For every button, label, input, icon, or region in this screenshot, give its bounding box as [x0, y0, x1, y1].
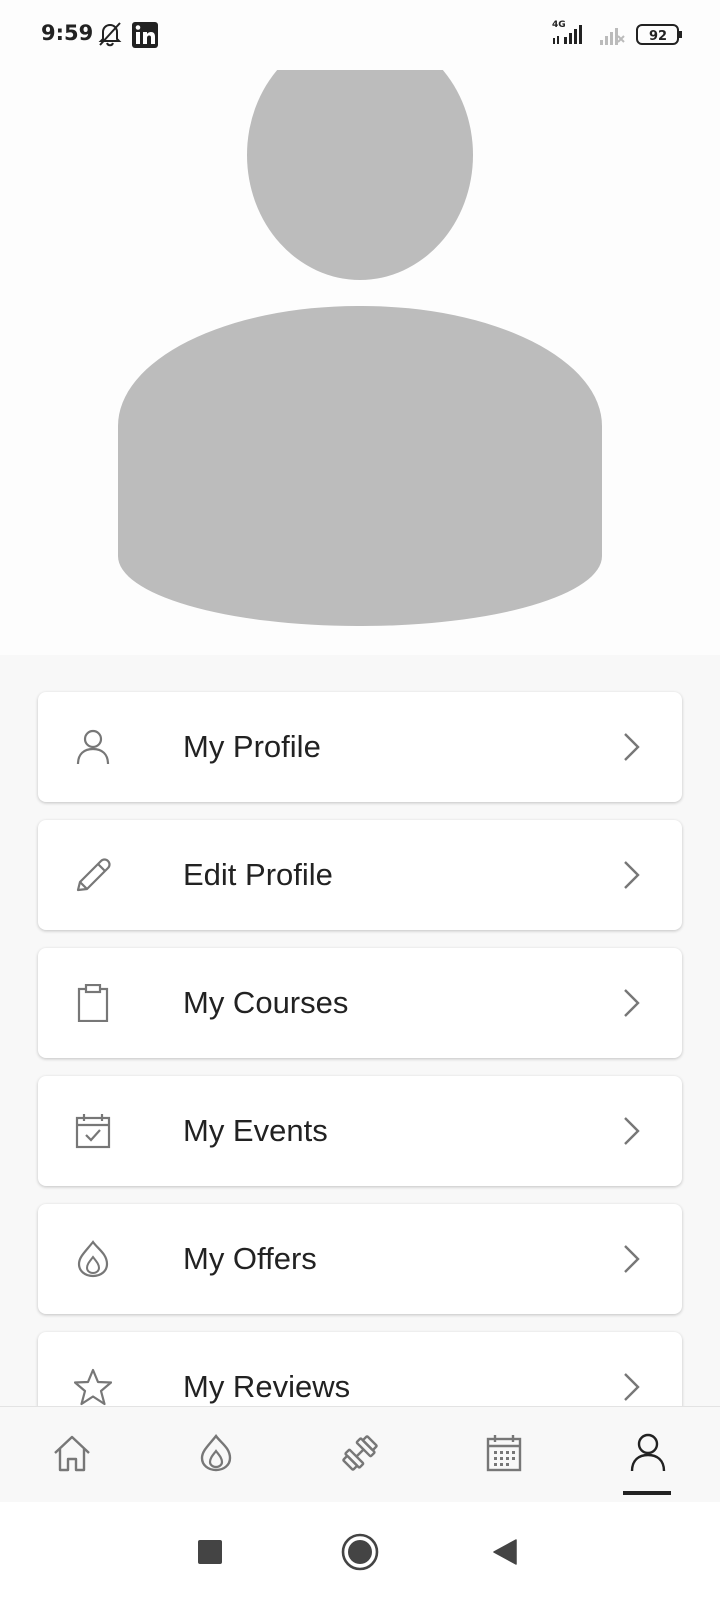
avatar-body — [118, 306, 602, 626]
chevron-right-icon — [622, 1371, 642, 1403]
nav-offers[interactable] — [165, 1407, 265, 1503]
menu-item-my-courses[interactable]: My Courses — [38, 948, 682, 1058]
menu-item-my-profile[interactable]: My Profile — [38, 692, 682, 802]
menu-item-my-events[interactable]: My Events — [38, 1076, 682, 1186]
nav-home[interactable] — [21, 1407, 121, 1503]
bottom-navigation — [0, 1406, 720, 1503]
nav-profile[interactable] — [597, 1407, 697, 1503]
person-icon — [74, 728, 112, 766]
flame-icon — [74, 1240, 112, 1278]
nav-workouts[interactable] — [309, 1407, 409, 1503]
chevron-right-icon — [622, 1115, 642, 1147]
nav-calendar[interactable] — [453, 1407, 553, 1503]
back-triangle-icon[interactable] — [492, 1538, 518, 1571]
flame-icon — [200, 1434, 232, 1472]
linkedin-icon — [132, 22, 158, 53]
clipboard-icon — [74, 983, 112, 1023]
menu-item-my-offers[interactable]: My Offers — [38, 1204, 682, 1314]
status-bar: 9:59 4G 92 — [0, 0, 720, 70]
system-navigation-bar — [0, 1502, 720, 1600]
active-tab-indicator — [623, 1491, 671, 1495]
menu-item-label: My Profile — [183, 729, 321, 764]
chevron-right-icon — [622, 987, 642, 1019]
battery-icon: 92 — [636, 24, 684, 51]
chevron-right-icon — [622, 859, 642, 891]
bell-off-icon — [97, 20, 123, 53]
menu-item-label: My Offers — [183, 1241, 317, 1276]
status-time: 9:59 — [41, 21, 94, 45]
profile-header — [0, 0, 720, 655]
menu-item-edit-profile[interactable]: Edit Profile — [38, 820, 682, 930]
network-type-label: 4G — [552, 20, 566, 30]
calendar-check-icon — [74, 1112, 112, 1150]
pencil-icon — [74, 856, 112, 894]
menu-item-label: My Courses — [183, 985, 349, 1020]
profile-menu-list: My Profile Edit Profile My Courses My Ev… — [38, 692, 682, 1460]
signal-icon: 4G — [550, 18, 592, 51]
menu-item-label: Edit Profile — [183, 857, 333, 892]
recents-square-icon[interactable] — [197, 1539, 223, 1570]
person-icon — [630, 1433, 666, 1472]
home-circle-icon[interactable] — [341, 1533, 379, 1576]
chevron-right-icon — [622, 731, 642, 763]
signal-no-sim-icon — [598, 22, 626, 51]
dumbbell-icon — [342, 1435, 378, 1471]
calendar-icon — [486, 1435, 522, 1472]
home-icon — [54, 1435, 90, 1472]
chevron-right-icon — [622, 1243, 642, 1275]
star-icon — [73, 1368, 113, 1406]
menu-item-label: My Events — [183, 1113, 328, 1148]
battery-level: 92 — [649, 29, 667, 44]
